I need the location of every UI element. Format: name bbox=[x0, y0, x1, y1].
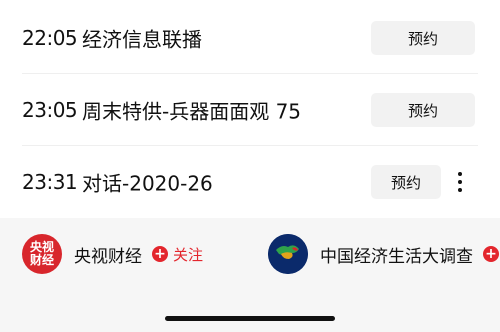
follow-button[interactable]: + 关注 bbox=[152, 244, 203, 265]
schedule-row: 23:05 周末特供-兵器面面观 75 预约 bbox=[0, 74, 500, 146]
schedule-row: 22:05 经济信息联播 预约 bbox=[0, 2, 500, 74]
plus-icon: + bbox=[483, 246, 499, 262]
schedule-row: 23:31 对话-2020-26 预约 bbox=[0, 146, 500, 218]
program-time: 23:05 bbox=[22, 98, 78, 122]
program-schedule: 22:05 经济信息联播 预约 23:05 周末特供-兵器面面观 75 预约 2… bbox=[0, 0, 500, 218]
follow-button[interactable]: + bbox=[483, 246, 499, 262]
channel-name: 央视财经 bbox=[74, 246, 142, 267]
follow-label: 关注 bbox=[173, 245, 204, 264]
program-time: 22:05 bbox=[22, 26, 78, 50]
channel-economic-survey[interactable]: 中国经济生活大调查 + bbox=[268, 234, 499, 274]
channel-cctv-finance[interactable]: 央视 财经 央视财经 + 关注 bbox=[22, 234, 203, 274]
dot bbox=[458, 172, 462, 176]
reserve-button[interactable]: 预约 bbox=[371, 93, 475, 127]
globe-logo bbox=[268, 234, 308, 274]
program-title: 对话-2020-26 bbox=[82, 171, 213, 196]
reserve-button[interactable]: 预约 bbox=[371, 21, 475, 55]
globe-icon bbox=[268, 234, 308, 274]
program-time: 23:31 bbox=[22, 170, 78, 194]
dot bbox=[458, 180, 462, 184]
program-title: 周末特供-兵器面面观 75 bbox=[82, 99, 302, 124]
logo-text: 财经 bbox=[29, 253, 54, 267]
channel-bar: 央视 财经 央视财经 + 关注 中国经济生活大调查 + bbox=[0, 218, 500, 332]
channel-name: 中国经济生活大调查 bbox=[320, 246, 473, 267]
home-indicator[interactable] bbox=[165, 316, 335, 321]
cctv-finance-logo: 央视 财经 bbox=[22, 234, 62, 274]
program-title: 经济信息联播 bbox=[82, 27, 202, 52]
reserve-button[interactable]: 预约 bbox=[371, 165, 441, 199]
plus-icon: + bbox=[152, 246, 168, 262]
more-options-icon[interactable] bbox=[446, 165, 474, 199]
dot bbox=[458, 188, 462, 192]
